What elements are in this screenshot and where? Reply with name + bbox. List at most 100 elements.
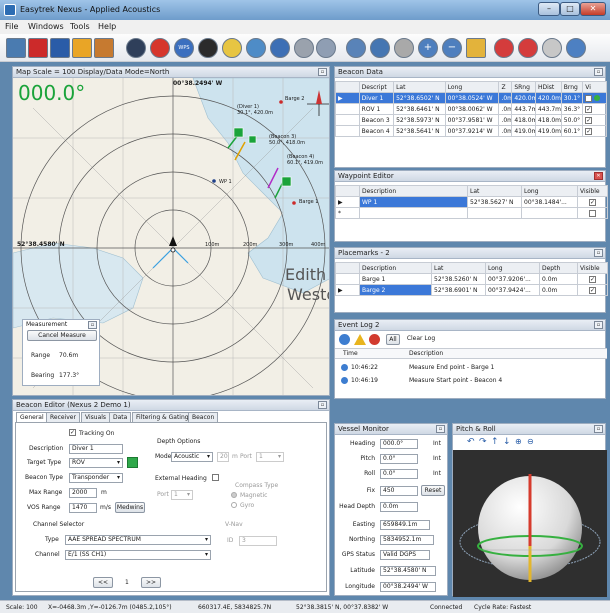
zoom-in-icon[interactable]: ⊕ — [515, 437, 522, 446]
column-header[interactable]: SRng — [511, 81, 536, 93]
magnetic-radio[interactable] — [231, 492, 237, 498]
pause-icon[interactable] — [494, 38, 514, 58]
help-icon[interactable] — [566, 38, 586, 58]
nav-icon[interactable] — [198, 38, 218, 58]
tab-filtering[interactable]: Filtering & Gating — [132, 412, 193, 422]
table-row[interactable]: ▶ Barge 2 52°38.6901' N 00°37.9424'... 0.0m … — [335, 284, 608, 296]
tab-receiver[interactable]: Receiver — [46, 412, 80, 422]
warning-filter-icon[interactable] — [354, 334, 366, 345]
new-row[interactable]: * — [335, 207, 608, 219]
column-header[interactable]: HDist — [534, 81, 562, 93]
open-folder-icon[interactable] — [72, 38, 92, 58]
arrow-down-icon[interactable]: ↓ — [503, 437, 511, 447]
all-button[interactable]: All — [386, 334, 400, 345]
zoom-out-icon[interactable]: − — [442, 38, 462, 58]
column-header[interactable]: Lat — [467, 185, 522, 197]
menu-file[interactable]: File — [5, 22, 18, 31]
pin-icon[interactable]: ▫ — [318, 68, 327, 76]
depth-field[interactable]: 20 — [217, 452, 229, 462]
previous-button[interactable]: << — [93, 577, 113, 588]
zoom-out-icon[interactable]: ⊖ — [527, 437, 534, 446]
ruler-icon[interactable] — [222, 38, 242, 58]
maximize-button[interactable]: □ — [560, 2, 580, 16]
visible-checkbox[interactable] — [589, 209, 596, 217]
column-header[interactable]: Vi — [582, 81, 607, 93]
visible-checkbox[interactable]: ✓ — [585, 105, 593, 113]
table-row[interactable]: ▶Diver 152°38.6502' N00°38.0524' W.0m420… — [335, 92, 607, 104]
column-header[interactable]: Brng — [560, 81, 584, 93]
target-type-select[interactable]: ROV ▾ — [69, 458, 123, 468]
disabled-icon[interactable] — [542, 38, 562, 58]
globe-icon[interactable] — [346, 38, 366, 58]
ext-port-select[interactable]: 1 ▾ — [171, 490, 193, 500]
column-header[interactable]: Descript — [358, 81, 395, 93]
menu-windows[interactable]: Windows — [28, 22, 64, 31]
cancel-measure-button[interactable]: Cancel Measure — [27, 330, 97, 341]
zoom-in-icon[interactable]: + — [418, 38, 438, 58]
visible-checkbox[interactable]: ✓ — [585, 94, 593, 102]
column-header[interactable]: Description — [359, 185, 468, 197]
close-button[interactable]: ✕ — [580, 2, 606, 16]
column-header[interactable]: Long — [485, 262, 540, 274]
column-header[interactable]: Time — [343, 350, 358, 357]
info-filter-icon[interactable] — [339, 334, 350, 345]
pin-icon[interactable]: ▫ — [436, 425, 445, 433]
new-icon[interactable] — [28, 38, 48, 58]
compass-icon[interactable] — [126, 38, 146, 58]
error-filter-icon[interactable] — [369, 334, 380, 345]
layout-icon[interactable] — [6, 38, 26, 58]
pencil-icon[interactable] — [270, 38, 290, 58]
pin-icon[interactable]: ▫ — [594, 321, 603, 329]
next-button[interactable]: >> — [141, 577, 161, 588]
column-header[interactable]: Description — [409, 350, 443, 357]
medwins-button[interactable]: Medwins — [115, 502, 145, 513]
stop-icon[interactable] — [518, 38, 538, 58]
tab-beacon[interactable]: Beacon — [188, 412, 219, 422]
visible-checkbox[interactable]: ✓ — [589, 198, 596, 206]
table-row[interactable]: Beacon 452°38.5641' N00°37.9214' W.0m419… — [335, 125, 607, 137]
column-header[interactable]: Long — [521, 185, 578, 197]
visible-checkbox[interactable]: ✓ — [585, 127, 593, 135]
column-header[interactable]: Long — [444, 81, 500, 93]
clear-log-button[interactable]: Clear Log — [404, 334, 438, 345]
port-select[interactable]: 1 ▾ — [256, 452, 284, 462]
close-icon[interactable]: ✕ — [594, 172, 603, 180]
visible-checkbox[interactable]: ✓ — [589, 275, 596, 283]
table-row[interactable]: ▶ WP 1 52°38.5627' N 00°38.1484'... ✓ — [335, 196, 608, 208]
column-header[interactable]: Visible — [577, 185, 608, 197]
id-field[interactable]: 3 — [239, 536, 277, 546]
rotate-right-icon[interactable]: ↷ — [479, 437, 487, 447]
column-header[interactable]: Description — [359, 262, 432, 274]
vos-field[interactable]: 1470 — [69, 503, 97, 513]
external-heading-checkbox[interactable] — [212, 474, 219, 481]
pin-icon[interactable]: ▫ — [594, 249, 603, 257]
reset-button[interactable]: Reset — [421, 485, 445, 496]
tools-icon[interactable] — [94, 38, 114, 58]
arrow-up-icon[interactable]: ↑ — [491, 437, 499, 447]
table-row[interactable]: ROV 152°38.6461' N00°38.0062' W.0m443.7m… — [335, 103, 607, 115]
tab-visuals[interactable]: Visuals — [81, 412, 111, 422]
beacon-icon[interactable] — [246, 38, 266, 58]
save-icon[interactable] — [50, 38, 70, 58]
max-range-field[interactable]: 2000 — [69, 488, 97, 498]
vessel-icon[interactable] — [466, 38, 486, 58]
wps-icon[interactable]: WPS — [174, 38, 194, 58]
pin-icon[interactable]: ▫ — [88, 321, 97, 329]
gyro-radio[interactable] — [231, 502, 237, 508]
column-header[interactable]: Lat — [393, 81, 446, 93]
rotate-left-icon[interactable]: ↶ — [467, 437, 475, 447]
beacon-type-select[interactable]: Transponder ▾ — [69, 473, 123, 483]
table-row[interactable]: Beacon 352°38.5973' N00°37.9581' W.0m418… — [335, 114, 607, 126]
type-select[interactable]: AAE SPREAD SPECTRUM ▾ — [65, 535, 211, 545]
record-icon[interactable] — [150, 38, 170, 58]
settings-icon[interactable] — [316, 38, 336, 58]
tracking-checkbox[interactable]: ✓ — [69, 429, 76, 436]
pin-icon[interactable]: ▫ — [594, 68, 603, 76]
column-header[interactable]: Visible — [577, 262, 608, 274]
depth-mode-select[interactable]: Acoustic ▾ — [171, 452, 213, 462]
column-header[interactable]: Z — [498, 81, 513, 93]
pin-icon[interactable]: ▫ — [594, 425, 603, 433]
visible-checkbox[interactable]: ✓ — [589, 286, 596, 294]
grid-icon[interactable] — [394, 38, 414, 58]
pin-icon[interactable]: ▫ — [318, 401, 327, 409]
